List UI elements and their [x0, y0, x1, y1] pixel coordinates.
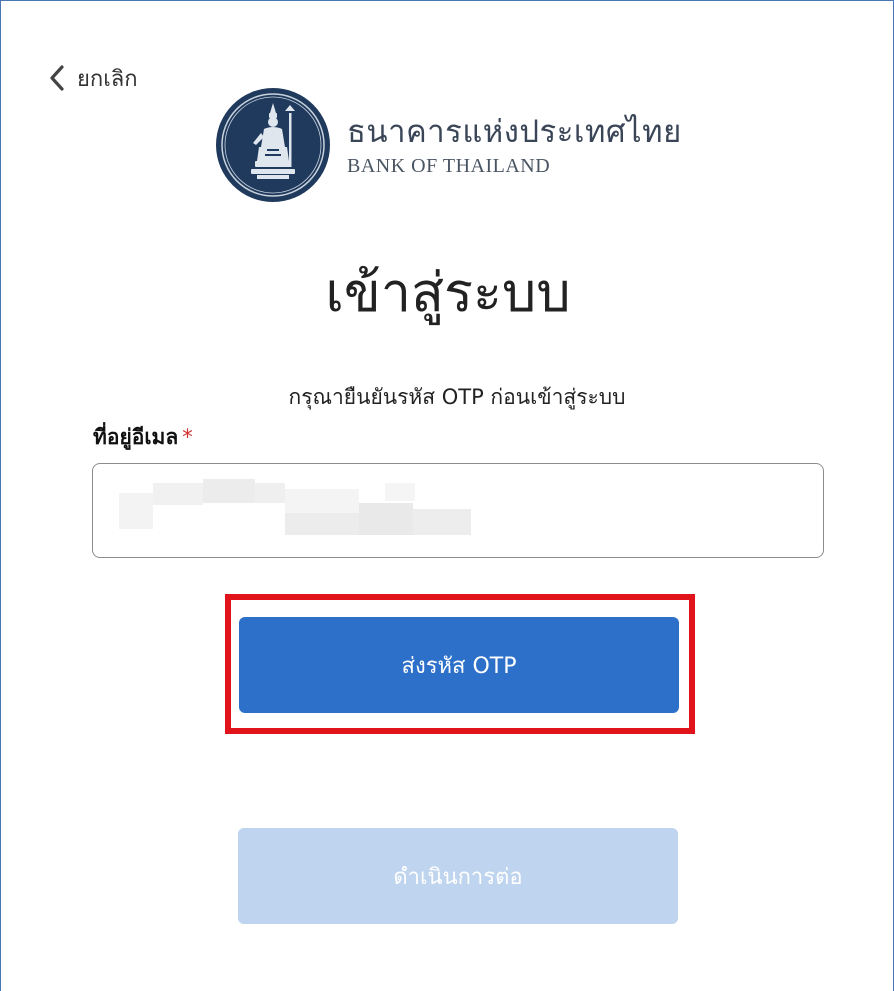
login-window: ยกเลิก ธนาคารแห่งประเทศไทย BANK OF THAIL… [0, 0, 894, 991]
email-field-label: ที่อยู่อีเมล * [93, 421, 193, 454]
cancel-label: ยกเลิก [77, 66, 138, 92]
required-marker: * [182, 425, 193, 449]
email-label-text: ที่อยู่อีเมล [93, 425, 179, 449]
otp-instruction: กรุณายืนยันรหัส OTP ก่อนเข้าสู่ระบบ [288, 385, 626, 409]
bank-name-thai: ธนาคารแห่งประเทศไทย [347, 114, 682, 150]
cancel-link[interactable]: ยกเลิก [49, 61, 138, 95]
bank-name-english: BANK OF THAILAND [347, 155, 551, 177]
chevron-left-icon [49, 65, 65, 91]
bank-seal-icon [216, 88, 330, 202]
page-title: เข้าสู่ระบบ [325, 261, 571, 324]
bank-logo: ธนาคารแห่งประเทศไทย BANK OF THAILAND [215, 87, 682, 203]
continue-button[interactable]: ดำเนินการต่อ [238, 828, 678, 924]
bank-name: ธนาคารแห่งประเทศไทย BANK OF THAILAND [347, 112, 682, 178]
email-field[interactable] [92, 463, 824, 558]
send-otp-button[interactable]: ส่งรหัส OTP [239, 617, 679, 713]
